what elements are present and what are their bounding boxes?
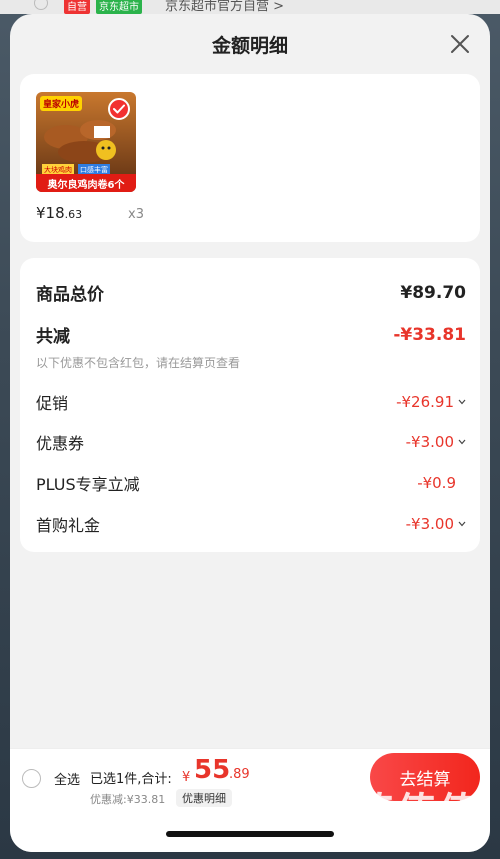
checkout-button[interactable]: 去结算 <box>370 753 480 801</box>
store-name: 京东超市官方自营 > <box>165 0 285 14</box>
discount-detail-button[interactable]: 优惠明细 <box>176 789 232 807</box>
discount-value: -¥0.9 <box>417 474 456 492</box>
close-icon[interactable] <box>448 32 472 56</box>
product-banner: 奥尔良鸡肉卷6个 <box>36 174 136 192</box>
total-amount-dec: .89 <box>229 767 250 782</box>
background-store-row: 自营 京东超市 京东超市官方自营 > <box>0 0 500 14</box>
discount-label: 优惠券 <box>36 434 85 453</box>
total-reduce-row: 共减 -¥33.81 <box>36 322 466 348</box>
total-reduce-label: 共减 <box>36 327 70 347</box>
store-radio <box>34 0 48 10</box>
total-price-row: 商品总价 ¥89.70 <box>36 280 466 306</box>
total-amount-int: 55 <box>194 755 231 785</box>
total-price-label: 商品总价 <box>36 285 104 305</box>
home-indicator <box>166 831 334 837</box>
brand-tag: 皇家小虎 <box>40 96 83 111</box>
amount-detail-sheet: 金额明细 皇家小虎 大块鸡肉 口感丰富 奥尔良鸡肉卷6个 ¥18.63 x3 商… <box>10 14 490 852</box>
selected-count-text: 已选1件,合计: <box>90 772 172 787</box>
chevron-down-icon <box>458 399 466 405</box>
product-card: 皇家小虎 大块鸡肉 口感丰富 奥尔良鸡肉卷6个 ¥18.63 x3 <box>20 74 480 242</box>
product-quantity: x3 <box>128 207 144 222</box>
sheet-title: 金额明细 <box>211 34 288 57</box>
product-image[interactable]: 皇家小虎 大块鸡肉 口感丰富 奥尔良鸡肉卷6个 <box>36 92 136 192</box>
checkout-bar: 全选 已选1件,合计: ¥ 55 .89 优惠减:¥33.81 优惠明细 去结算 <box>10 748 490 852</box>
discount-row-plus: PLUS专享立减 -¥0.9 <box>36 471 466 495</box>
total-reduce-value: -¥33.81 <box>393 324 466 345</box>
discount-label: PLUS专享立减 <box>36 475 140 494</box>
market-tag: 京东超市 <box>96 0 142 14</box>
amount-detail-card: 商品总价 ¥89.70 共减 -¥33.81 以下优惠不包含红包，请在结算页查看… <box>20 258 480 552</box>
discount-summary: 优惠减:¥33.81 <box>90 793 166 806</box>
self-operated-tag: 自营 <box>64 0 90 14</box>
total-currency: ¥ <box>182 770 191 785</box>
chevron-down-icon <box>458 439 466 445</box>
select-all-label[interactable]: 全选 <box>54 769 80 788</box>
discount-value: -¥3.00 <box>406 515 466 533</box>
discount-value: -¥26.91 <box>396 393 466 411</box>
total-price-value: ¥89.70 <box>400 282 466 303</box>
discount-row-first-gift[interactable]: 首购礼金 -¥3.00 <box>36 512 466 536</box>
discount-row-promotion[interactable]: 促销 -¥26.91 <box>36 390 466 414</box>
discount-note: 以下优惠不包含红包，请在结算页查看 <box>36 356 241 370</box>
check-icon <box>108 98 130 120</box>
discount-row-coupon[interactable]: 优惠券 -¥3.00 <box>36 430 466 454</box>
discount-value: -¥3.00 <box>406 433 466 451</box>
sheet-header: 金额明细 <box>10 14 490 74</box>
discount-label: 促销 <box>36 394 69 413</box>
chevron-down-icon <box>458 521 466 527</box>
discount-label: 首购礼金 <box>36 516 101 535</box>
select-all-radio[interactable] <box>22 769 41 788</box>
product-price: ¥18.63 <box>36 204 83 222</box>
